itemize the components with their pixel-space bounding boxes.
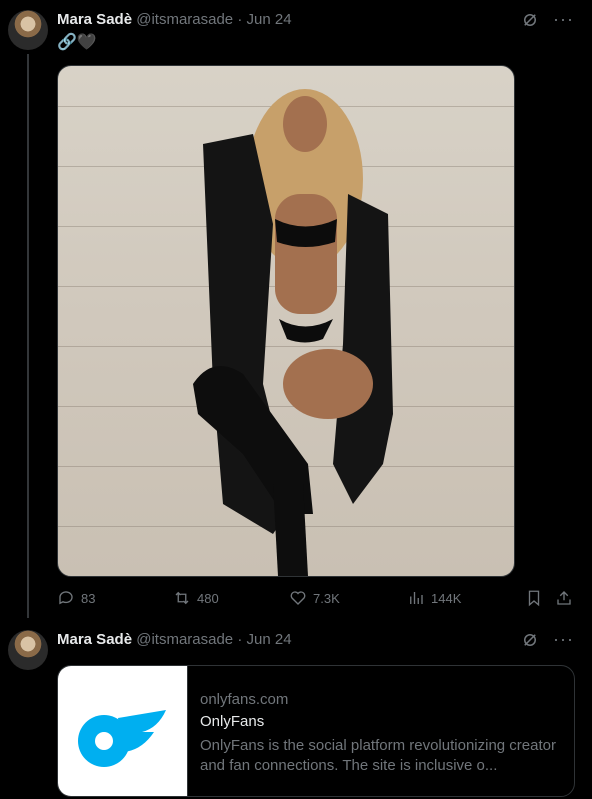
repost-count: 480 xyxy=(197,590,219,606)
avatar[interactable] xyxy=(8,630,48,670)
view-count: 144K xyxy=(431,590,462,606)
onlyfans-logo-icon xyxy=(78,710,166,767)
tweet-date[interactable]: Jun 24 xyxy=(247,11,292,28)
share-button[interactable] xyxy=(555,589,573,607)
separator: · xyxy=(237,11,243,28)
card-domain: onlyfans.com xyxy=(200,691,289,708)
bookmark-button[interactable] xyxy=(525,589,543,607)
thread-connector xyxy=(27,54,29,618)
analytics-icon xyxy=(410,592,423,604)
tweet-1[interactable]: Mara Sadè @itsmarasade · Jun 24 ··· 🔗🖤 8… xyxy=(0,0,592,620)
tweet-header: Mara Sadè @itsmarasade · Jun 24 xyxy=(57,631,292,649)
link-card[interactable]: onlyfans.com OnlyFans OnlyFans is the so… xyxy=(57,665,575,797)
tweet-top-icons: ··· xyxy=(521,630,574,654)
repost-button[interactable]: 480 xyxy=(173,589,219,607)
tweet-text: 🔗🖤 xyxy=(57,34,97,51)
more-options-icon[interactable]: ··· xyxy=(553,10,574,34)
card-description: OnlyFans is the social platform revoluti… xyxy=(200,737,556,774)
tweet-photo[interactable] xyxy=(57,65,515,577)
author-handle[interactable]: @itsmarasade xyxy=(136,11,233,28)
card-thumbnail xyxy=(58,666,188,796)
author-name[interactable]: Mara Sadè xyxy=(57,11,132,28)
reply-count: 83 xyxy=(81,590,96,606)
photo-subject xyxy=(193,89,393,576)
card-body: onlyfans.com OnlyFans OnlyFans is the so… xyxy=(200,690,560,776)
reply-button[interactable]: 83 xyxy=(57,589,95,607)
reply-icon xyxy=(59,591,73,605)
card-title: OnlyFans xyxy=(200,713,265,730)
avatar[interactable] xyxy=(8,10,48,50)
separator: · xyxy=(237,631,243,648)
share-icon xyxy=(557,591,571,605)
views-button[interactable]: 144K xyxy=(407,589,461,607)
author-name[interactable]: Mara Sadè xyxy=(57,631,132,648)
bookmark-icon xyxy=(528,590,540,607)
repost-icon xyxy=(175,591,189,605)
like-button[interactable]: 7.3K xyxy=(289,589,340,607)
author-handle[interactable]: @itsmarasade xyxy=(136,631,233,648)
grok-icon[interactable] xyxy=(521,11,539,34)
like-count: 7.3K xyxy=(313,590,340,606)
grok-icon[interactable] xyxy=(521,631,539,654)
tweet-header: Mara Sadè @itsmarasade · Jun 24 xyxy=(57,11,292,29)
more-options-icon[interactable]: ··· xyxy=(553,630,574,654)
tweet-date[interactable]: Jun 24 xyxy=(247,631,292,648)
tweet-2[interactable]: Mara Sadè @itsmarasade · Jun 24 ··· only… xyxy=(0,620,592,799)
tweet-top-icons: ··· xyxy=(521,10,574,34)
tweet-actions: 83 480 7.3K 144K xyxy=(57,589,577,609)
heart-icon xyxy=(290,591,306,605)
